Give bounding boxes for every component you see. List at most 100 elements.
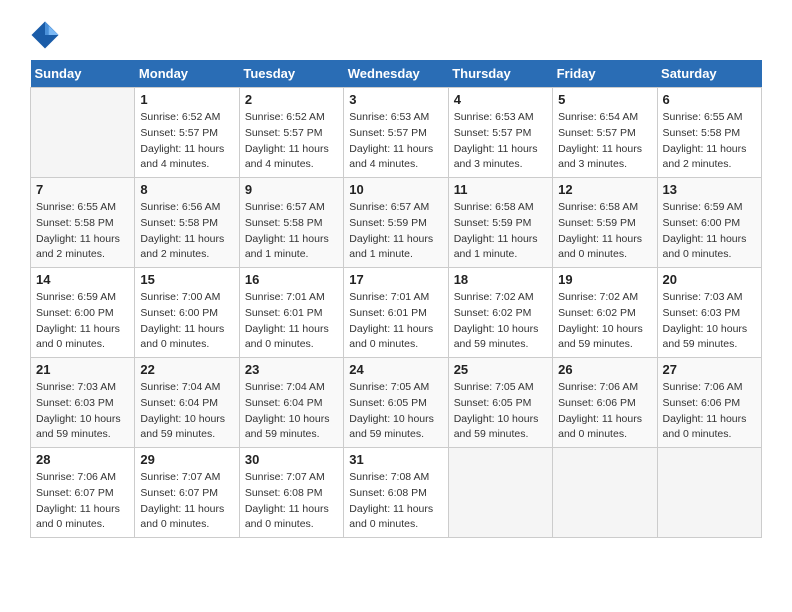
calendar-cell: 7Sunrise: 6:55 AM Sunset: 5:58 PM Daylig… (31, 178, 135, 268)
calendar-cell: 18 Sunrise: 7:02 AM Sunset: 6:02 PM Dayli… (448, 268, 552, 358)
day-number: 29 (140, 452, 233, 467)
calendar-cell: 25 Sunrise: 7:05 AM Sunset: 6:05 PM Dayli… (448, 358, 552, 448)
calendar-cell: 8 Sunrise: 6:56 AM Sunset: 5:58 PM Daylig… (135, 178, 239, 268)
calendar-cell (448, 448, 552, 538)
calendar-cell: 4Sunrise: 6:53 AM Sunset: 5:57 PM Daylig… (448, 88, 552, 178)
day-number: 23 (245, 362, 338, 377)
day-number: 22 (140, 362, 233, 377)
day-number: 6 (663, 92, 756, 107)
day-info: Sunrise: 6:56 AM Sunset: 5:58 PM Dayligh… (140, 200, 233, 263)
calendar-week-row: 14Sunrise: 6:59 AM Sunset: 6:00 PM Dayli… (31, 268, 762, 358)
calendar-cell: 21Sunrise: 7:03 AM Sunset: 6:03 PM Dayli… (31, 358, 135, 448)
calendar-cell: 1 Sunrise: 6:52 AM Sunset: 5:57 PM Daylig… (135, 88, 239, 178)
calendar-cell: 6 Sunrise: 6:55 AM Sunset: 5:58 PM Daylig… (657, 88, 761, 178)
calendar-day-header: Saturday (657, 60, 761, 88)
day-info: Sunrise: 7:01 AM Sunset: 6:01 PM Dayligh… (245, 290, 338, 353)
day-number: 12 (558, 182, 651, 197)
day-number: 17 (349, 272, 442, 287)
day-number: 9 (245, 182, 338, 197)
day-info: Sunrise: 7:03 AM Sunset: 6:03 PM Dayligh… (36, 380, 129, 443)
day-number: 10 (349, 182, 442, 197)
day-number: 20 (663, 272, 756, 287)
day-info: Sunrise: 7:07 AM Sunset: 6:08 PM Dayligh… (245, 470, 338, 533)
day-info: Sunrise: 7:04 AM Sunset: 6:04 PM Dayligh… (140, 380, 233, 443)
calendar-week-row: 1 Sunrise: 6:52 AM Sunset: 5:57 PM Daylig… (31, 88, 762, 178)
calendar-cell: 31 Sunrise: 7:08 AM Sunset: 6:08 PM Dayli… (344, 448, 448, 538)
calendar-day-header: Thursday (448, 60, 552, 88)
calendar-cell: 24Sunrise: 7:05 AM Sunset: 6:05 PM Dayli… (344, 358, 448, 448)
calendar-cell: 30 Sunrise: 7:07 AM Sunset: 6:08 PM Dayli… (239, 448, 343, 538)
day-info: Sunrise: 6:52 AM Sunset: 5:57 PM Dayligh… (140, 110, 233, 173)
calendar-cell: 23 Sunrise: 7:04 AM Sunset: 6:04 PM Dayli… (239, 358, 343, 448)
calendar-week-row: 28 Sunrise: 7:06 AM Sunset: 6:07 PM Dayli… (31, 448, 762, 538)
day-number: 13 (663, 182, 756, 197)
calendar-cell (657, 448, 761, 538)
day-number: 25 (454, 362, 547, 377)
calendar-cell: 26 Sunrise: 7:06 AM Sunset: 6:06 PM Dayli… (553, 358, 657, 448)
day-number: 3 (349, 92, 442, 107)
day-info: Sunrise: 7:01 AM Sunset: 6:01 PM Dayligh… (349, 290, 442, 353)
calendar-cell: 19Sunrise: 7:02 AM Sunset: 6:02 PM Dayli… (553, 268, 657, 358)
calendar-day-header: Monday (135, 60, 239, 88)
calendar-cell: 20 Sunrise: 7:03 AM Sunset: 6:03 PM Dayli… (657, 268, 761, 358)
calendar-cell: 22 Sunrise: 7:04 AM Sunset: 6:04 PM Dayli… (135, 358, 239, 448)
page-header (30, 20, 762, 50)
day-info: Sunrise: 7:06 AM Sunset: 6:06 PM Dayligh… (558, 380, 651, 443)
day-number: 5 (558, 92, 651, 107)
day-number: 4 (454, 92, 547, 107)
calendar-day-header: Wednesday (344, 60, 448, 88)
logo-icon (30, 20, 60, 50)
day-number: 30 (245, 452, 338, 467)
calendar-cell: 3 Sunrise: 6:53 AM Sunset: 5:57 PM Daylig… (344, 88, 448, 178)
day-info: Sunrise: 7:06 AM Sunset: 6:07 PM Dayligh… (36, 470, 129, 533)
calendar-day-header: Tuesday (239, 60, 343, 88)
calendar-week-row: 21Sunrise: 7:03 AM Sunset: 6:03 PM Dayli… (31, 358, 762, 448)
day-number: 15 (140, 272, 233, 287)
day-number: 26 (558, 362, 651, 377)
day-info: Sunrise: 6:54 AM Sunset: 5:57 PM Dayligh… (558, 110, 651, 173)
calendar-cell: 5 Sunrise: 6:54 AM Sunset: 5:57 PM Daylig… (553, 88, 657, 178)
day-number: 14 (36, 272, 129, 287)
day-info: Sunrise: 7:07 AM Sunset: 6:07 PM Dayligh… (140, 470, 233, 533)
calendar-cell (31, 88, 135, 178)
day-info: Sunrise: 7:02 AM Sunset: 6:02 PM Dayligh… (454, 290, 547, 353)
calendar-day-header: Sunday (31, 60, 135, 88)
calendar-cell: 15 Sunrise: 7:00 AM Sunset: 6:00 PM Dayli… (135, 268, 239, 358)
calendar-cell: 11 Sunrise: 6:58 AM Sunset: 5:59 PM Dayli… (448, 178, 552, 268)
calendar-cell: 27 Sunrise: 7:06 AM Sunset: 6:06 PM Dayli… (657, 358, 761, 448)
day-number: 11 (454, 182, 547, 197)
day-info: Sunrise: 6:57 AM Sunset: 5:58 PM Dayligh… (245, 200, 338, 263)
calendar-cell (553, 448, 657, 538)
day-info: Sunrise: 7:04 AM Sunset: 6:04 PM Dayligh… (245, 380, 338, 443)
calendar-cell: 28 Sunrise: 7:06 AM Sunset: 6:07 PM Dayli… (31, 448, 135, 538)
day-info: Sunrise: 6:55 AM Sunset: 5:58 PM Dayligh… (663, 110, 756, 173)
day-number: 8 (140, 182, 233, 197)
day-info: Sunrise: 7:05 AM Sunset: 6:05 PM Dayligh… (454, 380, 547, 443)
calendar-cell: 12 Sunrise: 6:58 AM Sunset: 5:59 PM Dayli… (553, 178, 657, 268)
calendar-cell: 29 Sunrise: 7:07 AM Sunset: 6:07 PM Dayli… (135, 448, 239, 538)
day-info: Sunrise: 6:59 AM Sunset: 6:00 PM Dayligh… (663, 200, 756, 263)
day-info: Sunrise: 6:52 AM Sunset: 5:57 PM Dayligh… (245, 110, 338, 173)
calendar-day-header: Friday (553, 60, 657, 88)
calendar-week-row: 7Sunrise: 6:55 AM Sunset: 5:58 PM Daylig… (31, 178, 762, 268)
calendar-header-row: SundayMondayTuesdayWednesdayThursdayFrid… (31, 60, 762, 88)
day-info: Sunrise: 7:03 AM Sunset: 6:03 PM Dayligh… (663, 290, 756, 353)
day-number: 1 (140, 92, 233, 107)
calendar-cell: 9 Sunrise: 6:57 AM Sunset: 5:58 PM Daylig… (239, 178, 343, 268)
day-number: 31 (349, 452, 442, 467)
day-info: Sunrise: 7:06 AM Sunset: 6:06 PM Dayligh… (663, 380, 756, 443)
day-number: 28 (36, 452, 129, 467)
day-number: 7 (36, 182, 129, 197)
day-info: Sunrise: 6:58 AM Sunset: 5:59 PM Dayligh… (558, 200, 651, 263)
calendar-cell: 13 Sunrise: 6:59 AM Sunset: 6:00 PM Dayli… (657, 178, 761, 268)
day-info: Sunrise: 6:58 AM Sunset: 5:59 PM Dayligh… (454, 200, 547, 263)
calendar-cell: 14Sunrise: 6:59 AM Sunset: 6:00 PM Dayli… (31, 268, 135, 358)
day-number: 16 (245, 272, 338, 287)
calendar-cell: 10Sunrise: 6:57 AM Sunset: 5:59 PM Dayli… (344, 178, 448, 268)
day-info: Sunrise: 7:00 AM Sunset: 6:00 PM Dayligh… (140, 290, 233, 353)
day-number: 27 (663, 362, 756, 377)
day-info: Sunrise: 7:05 AM Sunset: 6:05 PM Dayligh… (349, 380, 442, 443)
day-number: 18 (454, 272, 547, 287)
day-info: Sunrise: 7:08 AM Sunset: 6:08 PM Dayligh… (349, 470, 442, 533)
day-info: Sunrise: 6:53 AM Sunset: 5:57 PM Dayligh… (349, 110, 442, 173)
